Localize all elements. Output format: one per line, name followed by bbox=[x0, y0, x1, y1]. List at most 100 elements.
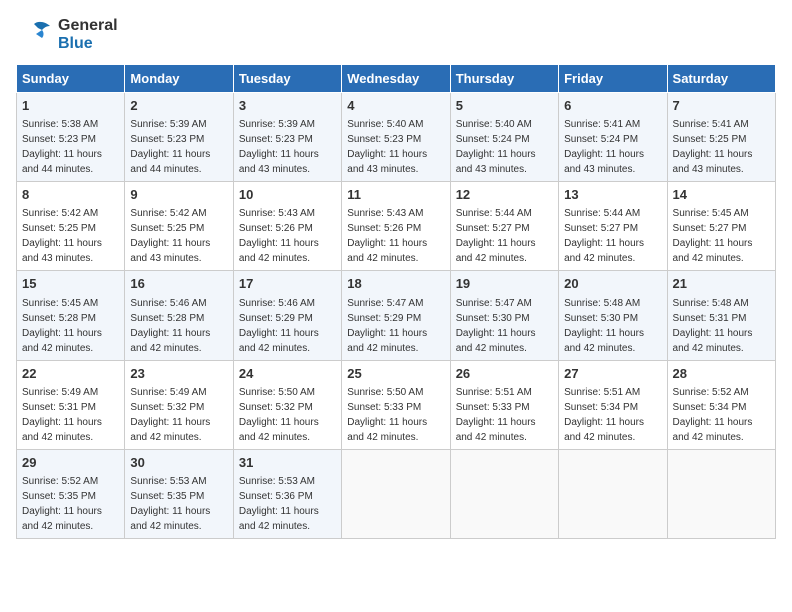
calendar-cell: 10 Sunrise: 5:43 AMSunset: 5:26 PMDayligh… bbox=[233, 182, 341, 271]
cell-info: Sunrise: 5:51 AMSunset: 5:33 PMDaylight:… bbox=[456, 387, 536, 443]
cell-info: Sunrise: 5:52 AMSunset: 5:34 PMDaylight:… bbox=[673, 387, 753, 443]
day-number: 19 bbox=[456, 275, 553, 293]
calendar-cell: 12Sunrise: 5:44 AMSunset: 5:27 PMDayligh… bbox=[450, 182, 558, 271]
calendar-week-row: 1Sunrise: 5:38 AMSunset: 5:23 PMDaylight… bbox=[17, 93, 776, 182]
calendar-cell: 2Sunrise: 5:39 AMSunset: 5:23 PMDaylight… bbox=[125, 93, 233, 182]
cell-info: Sunrise: 5:52 AMSunset: 5:35 PMDaylight:… bbox=[22, 476, 102, 532]
cell-info: Sunrise: 5:41 AMSunset: 5:25 PMDaylight:… bbox=[673, 119, 753, 175]
cell-info: Sunrise: 5:43 AMSunset: 5:26 PMDaylight:… bbox=[239, 208, 319, 264]
weekday-header: Sunday bbox=[17, 65, 125, 93]
logo-blue: Blue bbox=[58, 35, 118, 53]
calendar-week-row: 15 Sunrise: 5:45 AMSunset: 5:28 PMDayligh… bbox=[17, 271, 776, 360]
cell-info: Sunrise: 5:53 AMSunset: 5:36 PMDaylight:… bbox=[239, 476, 319, 532]
calendar-cell: 15 Sunrise: 5:45 AMSunset: 5:28 PMDayligh… bbox=[17, 271, 125, 360]
day-number: 2 bbox=[130, 97, 227, 115]
cell-info: Sunrise: 5:50 AMSunset: 5:33 PMDaylight:… bbox=[347, 387, 427, 443]
day-number: 4 bbox=[347, 97, 444, 115]
day-number: 5 bbox=[456, 97, 553, 115]
day-number: 3 bbox=[239, 97, 336, 115]
day-number: 13 bbox=[564, 186, 661, 204]
day-number: 30 bbox=[130, 454, 227, 472]
calendar-cell: 21 Sunrise: 5:48 AMSunset: 5:31 PMDayligh… bbox=[667, 271, 775, 360]
cell-info: Sunrise: 5:40 AMSunset: 5:23 PMDaylight:… bbox=[347, 119, 427, 175]
calendar-cell: 26 Sunrise: 5:51 AMSunset: 5:33 PMDayligh… bbox=[450, 360, 558, 449]
day-number: 6 bbox=[564, 97, 661, 115]
calendar-cell: 31 Sunrise: 5:53 AMSunset: 5:36 PMDayligh… bbox=[233, 449, 341, 538]
calendar-cell bbox=[450, 449, 558, 538]
day-number: 9 bbox=[130, 186, 227, 204]
weekday-header: Monday bbox=[125, 65, 233, 93]
weekday-header-row: SundayMondayTuesdayWednesdayThursdayFrid… bbox=[17, 65, 776, 93]
calendar-cell: 25Sunrise: 5:50 AMSunset: 5:33 PMDayligh… bbox=[342, 360, 450, 449]
calendar-cell: 9 Sunrise: 5:42 AMSunset: 5:25 PMDaylight… bbox=[125, 182, 233, 271]
cell-info: Sunrise: 5:48 AMSunset: 5:30 PMDaylight:… bbox=[564, 298, 644, 354]
cell-info: Sunrise: 5:42 AMSunset: 5:25 PMDaylight:… bbox=[22, 208, 102, 264]
day-number: 16 bbox=[130, 275, 227, 293]
calendar-cell: 22 Sunrise: 5:49 AMSunset: 5:31 PMDayligh… bbox=[17, 360, 125, 449]
calendar-cell bbox=[342, 449, 450, 538]
weekday-header: Friday bbox=[559, 65, 667, 93]
day-number: 22 bbox=[22, 365, 119, 383]
calendar-cell: 27 Sunrise: 5:51 AMSunset: 5:34 PMDayligh… bbox=[559, 360, 667, 449]
day-number: 29 bbox=[22, 454, 119, 472]
cell-info: Sunrise: 5:49 AMSunset: 5:32 PMDaylight:… bbox=[130, 387, 210, 443]
day-number: 18 bbox=[347, 275, 444, 293]
calendar-cell: 6 Sunrise: 5:41 AMSunset: 5:24 PMDaylight… bbox=[559, 93, 667, 182]
page-header: General Blue bbox=[16, 16, 776, 54]
calendar-cell: 8 Sunrise: 5:42 AMSunset: 5:25 PMDaylight… bbox=[17, 182, 125, 271]
calendar-cell: 23 Sunrise: 5:49 AMSunset: 5:32 PMDayligh… bbox=[125, 360, 233, 449]
logo-bird-icon bbox=[16, 16, 54, 54]
calendar-cell: 28Sunrise: 5:52 AMSunset: 5:34 PMDayligh… bbox=[667, 360, 775, 449]
cell-info: Sunrise: 5:47 AMSunset: 5:29 PMDaylight:… bbox=[347, 298, 427, 354]
weekday-header: Wednesday bbox=[342, 65, 450, 93]
calendar-cell: 5 Sunrise: 5:40 AMSunset: 5:24 PMDaylight… bbox=[450, 93, 558, 182]
calendar-cell: 11 Sunrise: 5:43 AMSunset: 5:26 PMDayligh… bbox=[342, 182, 450, 271]
cell-info: Sunrise: 5:49 AMSunset: 5:31 PMDaylight:… bbox=[22, 387, 102, 443]
calendar-table: SundayMondayTuesdayWednesdayThursdayFrid… bbox=[16, 64, 776, 539]
cell-info: Sunrise: 5:46 AMSunset: 5:29 PMDaylight:… bbox=[239, 298, 319, 354]
cell-info: Sunrise: 5:40 AMSunset: 5:24 PMDaylight:… bbox=[456, 119, 536, 175]
calendar-cell: 24Sunrise: 5:50 AMSunset: 5:32 PMDayligh… bbox=[233, 360, 341, 449]
calendar-cell: 29 Sunrise: 5:52 AMSunset: 5:35 PMDayligh… bbox=[17, 449, 125, 538]
day-number: 8 bbox=[22, 186, 119, 204]
day-number: 26 bbox=[456, 365, 553, 383]
day-number: 11 bbox=[347, 186, 444, 204]
calendar-cell bbox=[559, 449, 667, 538]
day-number: 21 bbox=[673, 275, 770, 293]
day-number: 1 bbox=[22, 97, 119, 115]
cell-info: Sunrise: 5:42 AMSunset: 5:25 PMDaylight:… bbox=[130, 208, 210, 264]
calendar-cell: 16Sunrise: 5:46 AMSunset: 5:28 PMDayligh… bbox=[125, 271, 233, 360]
calendar-cell: 20 Sunrise: 5:48 AMSunset: 5:30 PMDayligh… bbox=[559, 271, 667, 360]
day-number: 24 bbox=[239, 365, 336, 383]
day-number: 10 bbox=[239, 186, 336, 204]
calendar-cell: 18 Sunrise: 5:47 AMSunset: 5:29 PMDayligh… bbox=[342, 271, 450, 360]
calendar-cell: 7Sunrise: 5:41 AMSunset: 5:25 PMDaylight… bbox=[667, 93, 775, 182]
cell-info: Sunrise: 5:51 AMSunset: 5:34 PMDaylight:… bbox=[564, 387, 644, 443]
day-number: 14 bbox=[673, 186, 770, 204]
cell-info: Sunrise: 5:43 AMSunset: 5:26 PMDaylight:… bbox=[347, 208, 427, 264]
logo-container: General Blue bbox=[16, 16, 118, 54]
calendar-cell: 14 Sunrise: 5:45 AMSunset: 5:27 PMDayligh… bbox=[667, 182, 775, 271]
cell-info: Sunrise: 5:45 AMSunset: 5:28 PMDaylight:… bbox=[22, 298, 102, 354]
calendar-cell: 13Sunrise: 5:44 AMSunset: 5:27 PMDayligh… bbox=[559, 182, 667, 271]
calendar-cell bbox=[667, 449, 775, 538]
cell-info: Sunrise: 5:48 AMSunset: 5:31 PMDaylight:… bbox=[673, 298, 753, 354]
calendar-cell: 3 Sunrise: 5:39 AMSunset: 5:23 PMDaylight… bbox=[233, 93, 341, 182]
day-number: 20 bbox=[564, 275, 661, 293]
weekday-header: Tuesday bbox=[233, 65, 341, 93]
logo-general: General bbox=[58, 17, 118, 35]
calendar-cell: 1Sunrise: 5:38 AMSunset: 5:23 PMDaylight… bbox=[17, 93, 125, 182]
cell-info: Sunrise: 5:41 AMSunset: 5:24 PMDaylight:… bbox=[564, 119, 644, 175]
cell-info: Sunrise: 5:53 AMSunset: 5:35 PMDaylight:… bbox=[130, 476, 210, 532]
day-number: 27 bbox=[564, 365, 661, 383]
day-number: 15 bbox=[22, 275, 119, 293]
cell-info: Sunrise: 5:45 AMSunset: 5:27 PMDaylight:… bbox=[673, 208, 753, 264]
calendar-cell: 19Sunrise: 5:47 AMSunset: 5:30 PMDayligh… bbox=[450, 271, 558, 360]
calendar-week-row: 8 Sunrise: 5:42 AMSunset: 5:25 PMDaylight… bbox=[17, 182, 776, 271]
calendar-week-row: 29 Sunrise: 5:52 AMSunset: 5:35 PMDayligh… bbox=[17, 449, 776, 538]
cell-info: Sunrise: 5:44 AMSunset: 5:27 PMDaylight:… bbox=[456, 208, 536, 264]
calendar-cell: 30 Sunrise: 5:53 AMSunset: 5:35 PMDayligh… bbox=[125, 449, 233, 538]
cell-info: Sunrise: 5:39 AMSunset: 5:23 PMDaylight:… bbox=[239, 119, 319, 175]
day-number: 31 bbox=[239, 454, 336, 472]
day-number: 23 bbox=[130, 365, 227, 383]
